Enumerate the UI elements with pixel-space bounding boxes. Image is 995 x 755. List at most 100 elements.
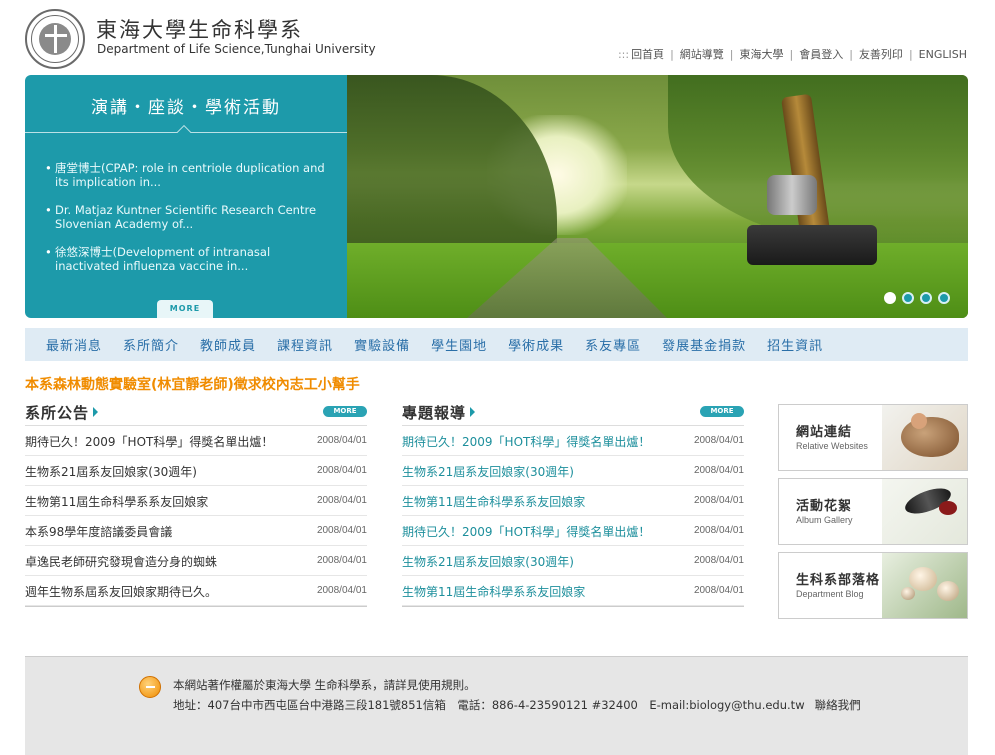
event-item[interactable]: • 唐堂博士(CPAP: role in centriole duplicati… bbox=[45, 161, 325, 189]
copyright-text: 本網站著作權屬於東海大學 生命科學系，請詳見使用規則。 bbox=[173, 678, 476, 692]
site-title-zh: 東海大學生命科學系 bbox=[96, 18, 303, 42]
list-item[interactable]: 生物第11屆生命科學系系友回娘家 2008/04/01 bbox=[402, 576, 744, 606]
hero-banner: 演講・座談・學術活動 • 唐堂博士(CPAP: role in centriol… bbox=[25, 75, 968, 318]
list-item[interactable]: 生物系21屆系友回娘家(30週年) 2008/04/01 bbox=[402, 546, 744, 576]
features-header: 專題報導 MORE bbox=[402, 402, 744, 426]
mushroom-cap bbox=[909, 567, 937, 591]
item-date: 2008/04/01 bbox=[316, 525, 367, 536]
item-date: 2008/04/01 bbox=[693, 585, 744, 596]
item-date: 2008/04/01 bbox=[693, 495, 744, 506]
item-title: 期待已久！2009「HOT科學」得獎名單出爐！ bbox=[402, 435, 651, 449]
slide-dot[interactable] bbox=[938, 292, 950, 304]
seal-cross-vertical bbox=[54, 25, 57, 53]
item-date: 2008/04/01 bbox=[693, 465, 744, 476]
top-link-login[interactable]: 會員登入 bbox=[799, 46, 843, 62]
nav-students[interactable]: 學生園地 bbox=[431, 335, 487, 354]
event-item[interactable]: • Dr. Matjaz Kuntner Scientific Research… bbox=[45, 203, 325, 231]
nav-news[interactable]: 最新消息 bbox=[46, 335, 102, 354]
item-title: 生物第11屆生命科學系系友回娘家 bbox=[25, 495, 209, 509]
list-item[interactable]: 本系98學年度諮議委員會議 2008/04/01 bbox=[25, 516, 367, 546]
nav-courses[interactable]: 課程資訊 bbox=[277, 335, 333, 354]
top-link-english[interactable]: ENGLISH bbox=[919, 48, 967, 61]
list-item[interactable]: 生物第11屆生命科學系系友回娘家 2008/04/01 bbox=[402, 486, 744, 516]
side-link-gallery[interactable]: 活動花絮 Album Gallery bbox=[778, 478, 968, 545]
info-icon bbox=[139, 676, 161, 698]
item-date: 2008/04/01 bbox=[316, 585, 367, 596]
top-links-prefix: ::: bbox=[617, 47, 630, 61]
item-date: 2008/04/01 bbox=[693, 435, 744, 446]
features-list: 期待已久！2009「HOT科學」得獎名單出爐！ 2008/04/01 生物系21屆… bbox=[402, 426, 744, 607]
notices-list: 期待已久！2009「HOT科學」得獎名單出爐！ 2008/04/01 生物系21屆… bbox=[25, 426, 367, 607]
list-item[interactable]: 卓逸民老師研究發現會造分身的蜘蛛 2008/04/01 bbox=[25, 546, 367, 576]
event-text: 唐堂博士(CPAP: role in centriole duplication… bbox=[55, 161, 325, 189]
events-panel-title: 演講・座談・學術活動 bbox=[91, 98, 281, 118]
events-panel: 演講・座談・學術活動 • 唐堂博士(CPAP: role in centriol… bbox=[25, 75, 347, 318]
item-title: 生物系21屆系友回娘家(30週年) bbox=[25, 465, 197, 479]
list-item[interactable]: 生物第11屆生命科學系系友回娘家 2008/04/01 bbox=[25, 486, 367, 516]
list-item[interactable]: 期待已久！2009「HOT科學」得獎名單出爐！ 2008/04/01 bbox=[402, 516, 744, 546]
features-title: 專題報導 bbox=[402, 404, 467, 422]
notices-more-button[interactable]: MORE bbox=[323, 406, 367, 417]
nav-about[interactable]: 系所簡介 bbox=[123, 335, 179, 354]
contact-us-link[interactable]: 聯絡我們 bbox=[815, 698, 861, 712]
microscope-base bbox=[747, 225, 877, 265]
list-item[interactable]: 週年生物系屆系友回娘家期待已久。 2008/04/01 bbox=[25, 576, 367, 606]
nav-facilities[interactable]: 實驗設備 bbox=[354, 335, 410, 354]
side-link-subtitle: Department Blog bbox=[796, 589, 864, 599]
mouse-body bbox=[901, 417, 959, 457]
side-link-title: 網站連結 bbox=[796, 425, 853, 440]
slide-dot[interactable] bbox=[902, 292, 914, 304]
top-link-separator: | bbox=[729, 47, 734, 61]
top-link-university[interactable]: 東海大學 bbox=[740, 46, 784, 62]
contact-info: 地址：407台中市西屯區台中港路三段181號851信箱 電話：886-4-235… bbox=[173, 697, 861, 713]
item-title: 生物第11屆生命科學系系友回娘家 bbox=[402, 495, 586, 509]
site-title-en: Department of Life Science,Tunghai Unive… bbox=[97, 42, 376, 56]
divider-notch bbox=[176, 124, 192, 140]
slide-dot[interactable] bbox=[920, 292, 932, 304]
event-item[interactable]: • 徐悠深博士(Development of intranasal inacti… bbox=[45, 245, 325, 273]
university-seal-logo bbox=[25, 9, 85, 69]
event-text: 徐悠深博士(Development of intranasal inactiva… bbox=[55, 245, 271, 273]
list-item[interactable]: 生物系21屆系友回娘家(30週年) 2008/04/01 bbox=[402, 456, 744, 486]
top-link-home[interactable]: 回首頁 bbox=[631, 46, 664, 62]
side-link-title: 生科系部落格 bbox=[796, 573, 881, 588]
item-title: 期待已久！2009「HOT科學」得獎名單出爐！ bbox=[25, 435, 274, 449]
item-title: 生物系21屆系友回娘家(30週年) bbox=[402, 465, 574, 479]
side-link-websites[interactable]: 網站連結 Relative Websites bbox=[778, 404, 968, 471]
slide-dot[interactable] bbox=[884, 292, 896, 304]
arrow-right-icon bbox=[93, 407, 99, 417]
list-item[interactable]: 期待已久！2009「HOT科學」得獎名單出爐！ 2008/04/01 bbox=[25, 426, 367, 456]
microscope-lenses bbox=[767, 175, 817, 215]
featured-headline[interactable]: 本系森林動態實驗室(林宜靜老師)徵求校內志工小幫手 bbox=[25, 374, 360, 394]
list-item[interactable]: 期待已久！2009「HOT科學」得獎名單出爐！ 2008/04/01 bbox=[402, 426, 744, 456]
features-more-button[interactable]: MORE bbox=[700, 406, 744, 417]
side-link-blog[interactable]: 生科系部落格 Department Blog bbox=[778, 552, 968, 619]
mushroom-cap bbox=[901, 587, 915, 600]
mushroom-cap bbox=[937, 581, 959, 601]
top-link-print[interactable]: 友善列印 bbox=[859, 46, 903, 62]
bullet-icon: • bbox=[45, 203, 52, 217]
top-link-sitemap[interactable]: 網站導覽 bbox=[680, 46, 724, 62]
slide-indicators bbox=[884, 292, 950, 304]
item-date: 2008/04/01 bbox=[316, 465, 367, 476]
mouse-ear bbox=[911, 413, 927, 429]
side-link-subtitle: Album Gallery bbox=[796, 515, 853, 525]
arrow-right-icon bbox=[470, 407, 476, 417]
side-link-subtitle: Relative Websites bbox=[796, 441, 868, 451]
top-link-separator: | bbox=[789, 47, 794, 61]
list-item[interactable]: 生物系21屆系友回娘家(30週年) 2008/04/01 bbox=[25, 456, 367, 486]
nav-research[interactable]: 學術成果 bbox=[508, 335, 564, 354]
nav-donation[interactable]: 發展基金捐款 bbox=[662, 335, 746, 354]
item-date: 2008/04/01 bbox=[693, 555, 744, 566]
nav-admissions[interactable]: 招生資訊 bbox=[767, 335, 823, 354]
item-date: 2008/04/01 bbox=[693, 525, 744, 536]
item-title: 期待已久！2009「HOT科學」得獎名單出爐！ bbox=[402, 525, 651, 539]
nav-alumni[interactable]: 系友專區 bbox=[585, 335, 641, 354]
events-more-button[interactable]: MORE bbox=[157, 300, 213, 318]
address-text: 地址：407台中市西屯區台中港路三段181號851信箱 電話：886-4-235… bbox=[173, 698, 805, 712]
item-title: 卓逸民老師研究發現會造分身的蜘蛛 bbox=[25, 555, 218, 569]
item-title: 週年生物系屆系友回娘家期待已久。 bbox=[25, 585, 218, 599]
seal-cross-horizontal bbox=[45, 34, 67, 37]
notices-section: 系所公告 MORE 期待已久！2009「HOT科學」得獎名單出爐！ 2008/04… bbox=[25, 402, 367, 607]
nav-faculty[interactable]: 教師成員 bbox=[200, 335, 256, 354]
